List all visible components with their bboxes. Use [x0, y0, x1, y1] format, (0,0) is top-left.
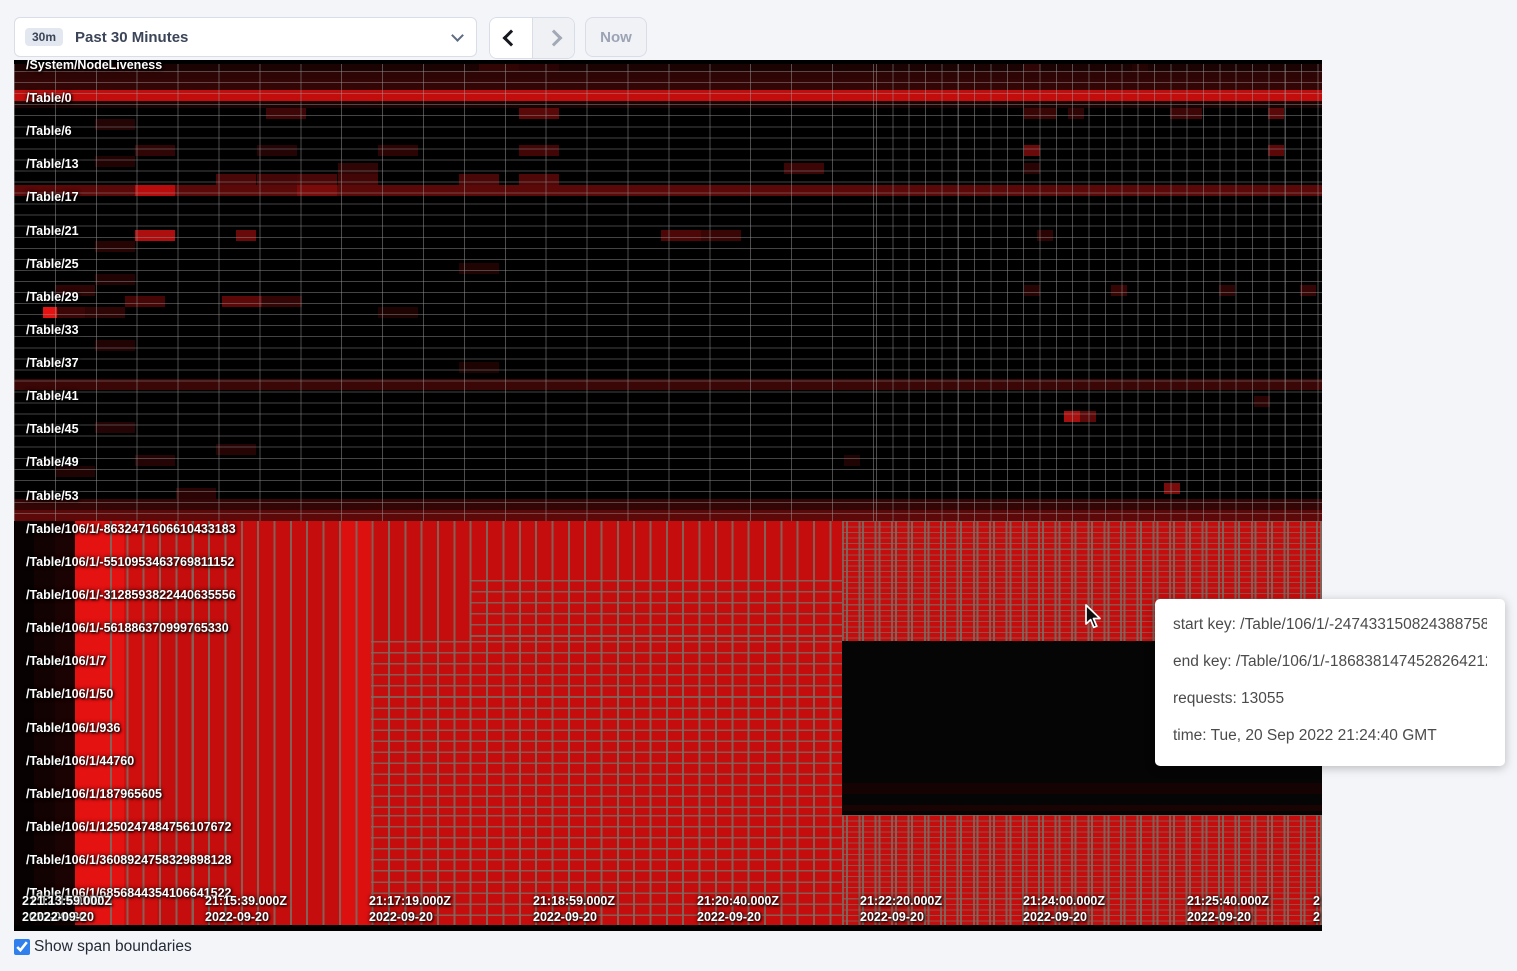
heatmap-region	[876, 60, 1322, 521]
tooltip-requests: requests: 13055	[1173, 680, 1487, 717]
tooltip-time: time: Tue, 20 Sep 2022 21:24:40 GMT	[1173, 717, 1487, 754]
heatmap-region	[371, 815, 842, 925]
time-range-badge: 30m	[25, 28, 63, 46]
heatmap-region	[14, 925, 1322, 931]
heatmap-region	[14, 60, 1322, 64]
heatmap-region	[34, 521, 55, 925]
heatmap-region	[55, 521, 75, 925]
chevron-right-icon	[545, 30, 562, 47]
tooltip-end-key: end key: /Table/106/1/-18683814745282642…	[1173, 643, 1487, 680]
show-span-boundaries-checkbox[interactable]	[14, 939, 30, 955]
cell-tooltip: start key: /Table/106/1/-247433150824388…	[1155, 599, 1505, 766]
time-range-dropdown[interactable]: 30m Past 30 Minutes	[14, 17, 477, 57]
show-span-boundaries-label: Show span boundaries	[34, 938, 192, 956]
key-visualizer-page: 30m Past 30 Minutes Now /System/NodeLive…	[0, 0, 1517, 971]
prev-time-button[interactable]	[490, 18, 532, 58]
chevron-down-icon	[451, 29, 464, 42]
show-span-boundaries-toggle[interactable]: Show span boundaries	[14, 938, 192, 956]
heatmap-region	[14, 521, 34, 925]
heatmap-region	[470, 580, 842, 641]
heatmap-region	[842, 815, 1322, 925]
time-range-label: Past 30 Minutes	[75, 29, 453, 46]
chevron-left-icon	[503, 30, 520, 47]
heatmap-region	[842, 805, 1322, 811]
time-nav-group	[489, 17, 575, 59]
heatmap-region	[842, 783, 1322, 794]
tooltip-start-key: start key: /Table/106/1/-247433150824388…	[1173, 606, 1487, 643]
now-button[interactable]: Now	[585, 17, 647, 57]
key-visualizer-heatmap[interactable]: /System/NodeLiveness/Table/0/Table/6/Tab…	[14, 60, 1322, 931]
next-time-button[interactable]	[532, 18, 574, 58]
heatmap-region	[14, 60, 876, 521]
heatmap-region	[371, 641, 842, 815]
